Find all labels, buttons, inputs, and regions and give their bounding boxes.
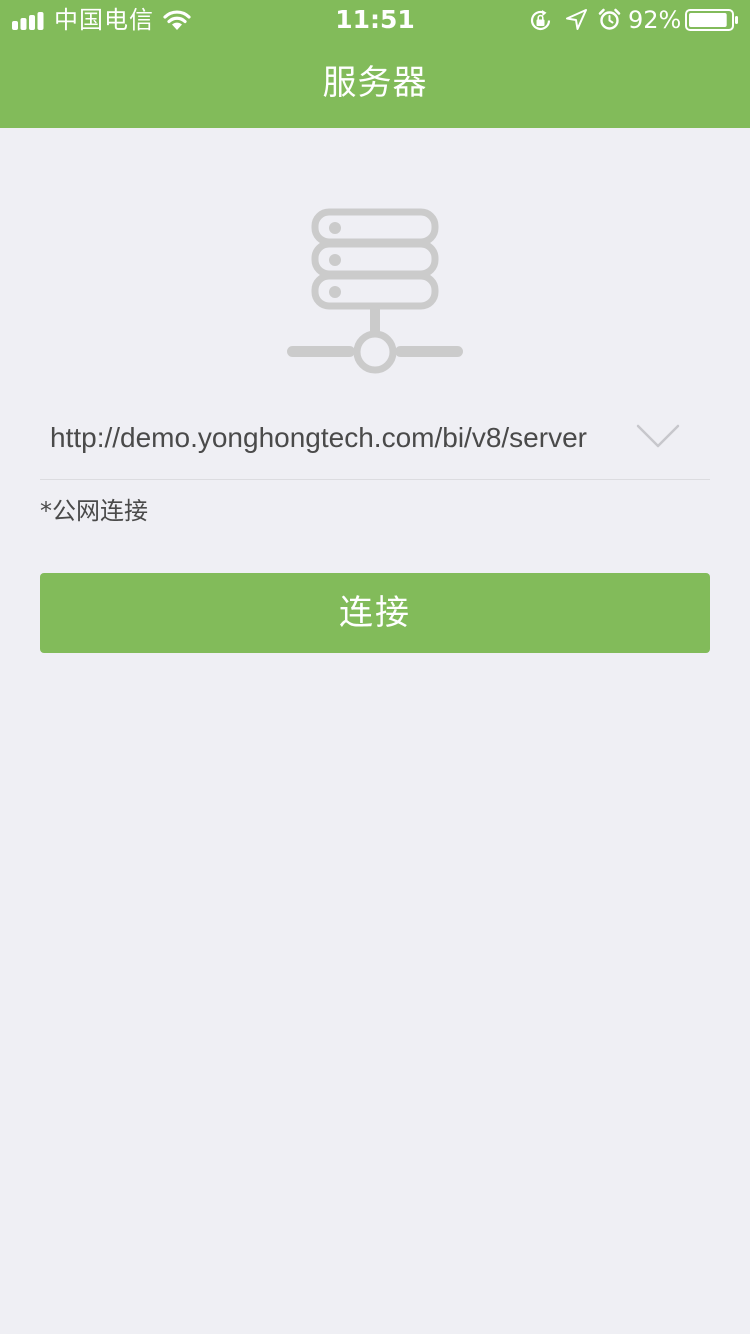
rotation-lock-icon	[530, 10, 551, 30]
server-settings-screen: 中国电信 11:51 92% 服务器 http://demo.yonghongt…	[0, 0, 750, 1334]
top-bar: 中国电信 11:51 92% 服务器	[0, 0, 750, 128]
server-network-icon	[287, 208, 463, 374]
battery-percentage: 92%	[628, 6, 682, 34]
chevron-down-icon	[636, 424, 680, 448]
server-url-input[interactable]	[50, 418, 630, 458]
alarm-clock-icon	[598, 8, 621, 30]
connect-button[interactable]: 连接	[40, 573, 710, 653]
page-title: 服务器	[322, 63, 428, 103]
location-arrow-icon	[566, 9, 587, 30]
server-url-row	[40, 400, 710, 480]
server-url-dropdown-button[interactable]	[634, 420, 682, 452]
battery-icon	[685, 9, 738, 31]
connection-type-label: *公网连接	[40, 497, 148, 525]
status-bar: 中国电信 11:51 92%	[0, 0, 750, 40]
